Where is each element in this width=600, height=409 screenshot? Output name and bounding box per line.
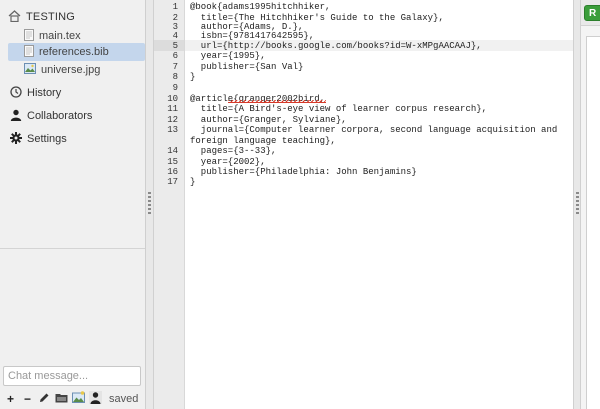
code-line[interactable]: journal={Computer learner corpora, secon… bbox=[190, 125, 557, 136]
nav-settings[interactable]: Settings bbox=[10, 131, 67, 147]
pencil-icon bbox=[39, 392, 50, 406]
spellcheck-underline bbox=[228, 100, 326, 103]
line-number: 17 bbox=[167, 177, 178, 187]
chat-message-input[interactable] bbox=[3, 366, 141, 386]
file-sidebar: TESTING main.tex references.bib universe… bbox=[0, 0, 146, 409]
project-name: TESTING bbox=[26, 11, 76, 23]
file-name: references.bib bbox=[39, 46, 109, 58]
remove-file-button[interactable]: − bbox=[20, 390, 35, 407]
code-line[interactable]: pages={3--33}, bbox=[190, 146, 277, 157]
file-item-universe-jpg[interactable]: universe.jpg bbox=[10, 61, 144, 79]
grip-dots bbox=[148, 192, 151, 214]
sidebar-toolbar: + − saved bbox=[0, 388, 146, 409]
nav-label: Collaborators bbox=[27, 110, 93, 122]
line-number: 11 bbox=[167, 104, 178, 114]
person-icon bbox=[10, 109, 22, 124]
nav-label: Settings bbox=[27, 133, 67, 145]
rename-button[interactable] bbox=[37, 390, 52, 407]
file-item-references-bib[interactable]: references.bib bbox=[8, 43, 145, 61]
code-line[interactable]: } bbox=[190, 177, 195, 188]
home-icon bbox=[8, 9, 21, 25]
document-icon bbox=[24, 28, 34, 44]
code-line[interactable]: title={A Bird's-eye view of learner corp… bbox=[190, 104, 487, 115]
preview-resize-handle[interactable] bbox=[573, 0, 581, 409]
folder-icon bbox=[55, 392, 68, 406]
line-number: 14 bbox=[167, 146, 178, 156]
line-number: 8 bbox=[172, 72, 178, 82]
sidebar-resize-handle[interactable] bbox=[146, 0, 154, 409]
code-line[interactable]: publisher={Philadelphia: John Benjamins} bbox=[190, 167, 417, 178]
code-line[interactable]: year={1995}, bbox=[190, 51, 266, 62]
new-folder-button[interactable] bbox=[54, 390, 69, 407]
gear-icon bbox=[10, 131, 22, 147]
file-name: universe.jpg bbox=[41, 64, 101, 76]
recompile-button[interactable]: R bbox=[584, 5, 600, 21]
upload-image-button[interactable] bbox=[71, 390, 86, 407]
share-button[interactable] bbox=[88, 390, 103, 407]
line-number: 1 bbox=[172, 2, 178, 12]
code-line[interactable]: @book{adams1995hitchhiker, bbox=[190, 2, 330, 13]
save-status: saved bbox=[109, 392, 139, 405]
nav-history[interactable]: History bbox=[10, 85, 61, 101]
nav-label: History bbox=[27, 87, 62, 99]
nav-collaborators[interactable]: Collaborators bbox=[10, 108, 92, 124]
image-upload-icon bbox=[71, 391, 86, 406]
grip-dots bbox=[576, 192, 579, 214]
line-number: 6 bbox=[172, 51, 178, 61]
file-name: main.tex bbox=[39, 30, 81, 42]
history-icon bbox=[10, 85, 22, 101]
image-icon bbox=[24, 63, 36, 77]
project-root[interactable]: TESTING bbox=[8, 9, 76, 25]
document-icon bbox=[24, 44, 34, 60]
chat-divider bbox=[0, 248, 145, 249]
add-file-button[interactable]: + bbox=[3, 390, 18, 407]
pdf-page bbox=[586, 36, 600, 409]
person-icon bbox=[89, 390, 102, 407]
code-line[interactable]: } bbox=[190, 72, 195, 83]
line-number: 9 bbox=[172, 83, 178, 93]
code-line[interactable]: publisher={San Val} bbox=[190, 62, 304, 73]
line-number: 13 bbox=[167, 125, 178, 135]
